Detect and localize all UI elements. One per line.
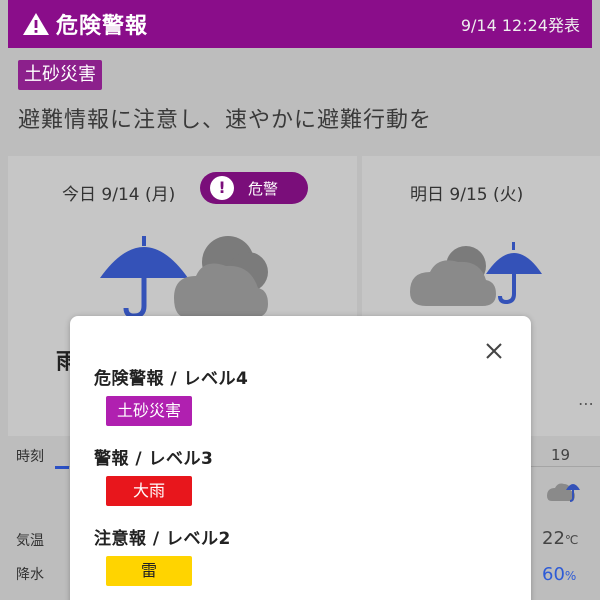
level2-tag: 雷 bbox=[106, 556, 192, 586]
level2-heading: 注意報 / レベル2 bbox=[94, 529, 231, 549]
rain-value: 60% bbox=[542, 564, 577, 585]
advice-text: 避難情報に注意し、速やかに避難行動を bbox=[18, 108, 433, 133]
warning-pill[interactable]: ! 危警 bbox=[200, 172, 308, 204]
tomorrow-date-label: 明日 9/15 (火) bbox=[410, 185, 524, 205]
cloud-umbrella-small-icon bbox=[547, 483, 580, 502]
hour-value: 19 bbox=[551, 446, 571, 464]
level3-tag: 大雨 bbox=[106, 476, 192, 506]
level4-tag: 土砂災害 bbox=[106, 396, 192, 426]
umbrella-cloud-icon bbox=[100, 236, 268, 319]
close-icon[interactable] bbox=[483, 340, 505, 362]
cloud-umbrella-icon bbox=[410, 242, 542, 306]
current-hour-marker bbox=[55, 466, 69, 469]
rain-row-label: 降水 bbox=[16, 567, 44, 583]
issued-time: 9/14 12:24発表 bbox=[460, 16, 580, 35]
exclamation-icon: ! bbox=[210, 176, 234, 200]
level4-heading: 危険警報 / レベル4 bbox=[94, 369, 249, 389]
temp-row-label: 気温 bbox=[16, 533, 44, 549]
more-dots: ⋯ bbox=[578, 394, 594, 413]
alert-header: 危険警報 9/14 12:24発表 bbox=[8, 0, 592, 48]
warning-level-modal: 危険警報 / レベル4 土砂災害 警報 / レベル3 大雨 注意報 / レベル2… bbox=[70, 316, 531, 600]
alert-title: 危険警報 bbox=[56, 14, 149, 39]
level3-heading: 警報 / レベル3 bbox=[94, 449, 214, 469]
time-row-label: 時刻 bbox=[16, 449, 44, 465]
category-tag: 土砂災害 bbox=[18, 60, 102, 90]
warning-icon bbox=[23, 13, 49, 35]
temperature-value: 22℃ bbox=[542, 528, 579, 549]
today-date-label: 今日 9/14 (月) bbox=[62, 185, 176, 205]
warning-pill-label: 危警 bbox=[248, 179, 279, 198]
